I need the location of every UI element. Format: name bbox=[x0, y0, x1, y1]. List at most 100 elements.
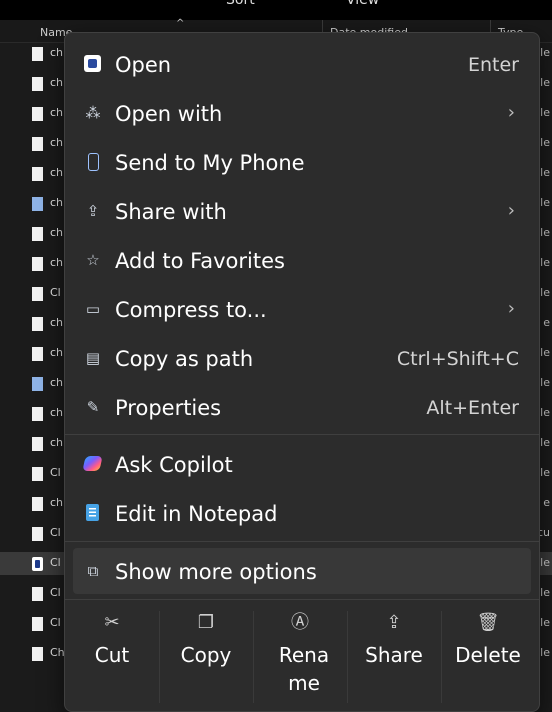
chevron-right-icon: › bbox=[507, 102, 515, 123]
menu-divider bbox=[65, 434, 539, 435]
file-name: ch bbox=[50, 76, 64, 89]
context-menu: Open Enter ⁂ Open with › Send to My Phon… bbox=[64, 32, 540, 712]
menu-item-label: Add to Favorites bbox=[115, 249, 285, 273]
share-icon: ⇪ bbox=[86, 202, 100, 220]
file-name: ch bbox=[50, 46, 64, 59]
file-name: ch bbox=[50, 346, 64, 359]
file-icon bbox=[32, 407, 43, 421]
file-icon bbox=[32, 647, 43, 661]
file-icon bbox=[32, 467, 43, 481]
menu-item-open-with[interactable]: ⁂ Open with › bbox=[73, 90, 531, 136]
rename-button[interactable]: Ⓐ Rena me bbox=[253, 603, 347, 711]
file-name: Cl bbox=[50, 586, 61, 599]
quick-actions-bar: ✂ Cut ❐ Copy Ⓐ Rena me ⇪ Share 🗑 Delete bbox=[65, 603, 539, 711]
phone-icon bbox=[88, 153, 99, 171]
path-icon: ▤ bbox=[85, 349, 101, 367]
file-type: e bbox=[543, 496, 550, 509]
archive-icon: ▭ bbox=[85, 300, 101, 318]
open-with-icon: ⁂ bbox=[85, 104, 101, 122]
menu-item-label: Show more options bbox=[115, 560, 317, 584]
star-icon: ☆ bbox=[86, 251, 100, 269]
file-type: e bbox=[543, 316, 550, 329]
file-icon bbox=[32, 587, 43, 601]
rename-icon: Ⓐ bbox=[291, 612, 309, 633]
file-name: Cl bbox=[50, 616, 61, 629]
file-name: ch bbox=[50, 496, 64, 509]
menu-item-open[interactable]: Open Enter bbox=[73, 41, 531, 87]
copy-label: Copy bbox=[180, 643, 232, 667]
sort-button[interactable]: Sort bbox=[226, 0, 255, 8]
menu-item-edit-in-notepad[interactable]: Edit in Notepad bbox=[73, 490, 531, 536]
view-button[interactable]: View bbox=[346, 0, 379, 8]
file-name: Cl bbox=[50, 556, 61, 569]
file-type: le bbox=[540, 166, 550, 179]
delete-button[interactable]: 🗑 Delete bbox=[441, 603, 535, 711]
copilot-icon bbox=[82, 456, 103, 471]
copy-icon: ❐ bbox=[197, 612, 215, 633]
file-icon bbox=[32, 167, 43, 181]
menu-item-compress-to[interactable]: ▭ Compress to... › bbox=[73, 286, 531, 332]
file-type: le bbox=[540, 376, 550, 389]
file-icon bbox=[32, 287, 43, 301]
shortcut-text: Enter bbox=[468, 54, 519, 76]
chevron-right-icon: › bbox=[507, 200, 515, 221]
rename-label: Rena me bbox=[278, 643, 330, 695]
menu-item-ask-copilot[interactable]: Ask Copilot bbox=[73, 441, 531, 487]
file-type: le bbox=[540, 346, 550, 359]
file-name: ch bbox=[50, 136, 64, 149]
file-icon bbox=[32, 227, 43, 241]
file-icon bbox=[32, 77, 43, 91]
wrench-icon: ✎ bbox=[86, 398, 100, 416]
menu-item-add-to-favorites[interactable]: ☆ Add to Favorites bbox=[73, 237, 531, 283]
file-icon bbox=[32, 617, 43, 631]
file-name: ch bbox=[50, 436, 64, 449]
menu-item-label: Edit in Notepad bbox=[115, 502, 278, 526]
shortcut-text: Ctrl+Shift+C bbox=[396, 348, 519, 370]
file-name: Cl bbox=[50, 466, 61, 479]
sort-ascending-icon: ^ bbox=[176, 18, 185, 29]
file-icon bbox=[32, 137, 43, 151]
file-name: ch bbox=[50, 166, 64, 179]
menu-item-label: Send to My Phone bbox=[115, 151, 305, 175]
more-options-icon: ⧉ bbox=[87, 562, 99, 580]
menu-item-copy-as-path[interactable]: ▤ Copy as path Ctrl+Shift+C bbox=[73, 335, 531, 381]
delete-label: Delete bbox=[455, 643, 521, 667]
chevron-right-icon: › bbox=[507, 298, 515, 319]
trash-icon: 🗑 bbox=[476, 612, 500, 633]
menu-item-label: Open with bbox=[115, 102, 223, 126]
menu-item-label: Copy as path bbox=[115, 347, 254, 371]
copy-button[interactable]: ❐ Copy bbox=[159, 603, 253, 711]
file-name: ch bbox=[50, 106, 64, 119]
menu-item-properties[interactable]: ✎ Properties Alt+Enter bbox=[73, 384, 531, 430]
file-type: le bbox=[540, 196, 550, 209]
file-name: ch bbox=[50, 406, 64, 419]
file-name: ch bbox=[50, 256, 64, 269]
file-name: ch bbox=[50, 376, 64, 389]
cut-button[interactable]: ✂ Cut bbox=[65, 603, 159, 711]
notepad-icon bbox=[86, 504, 99, 521]
command-bar: Sort View bbox=[0, 0, 552, 20]
menu-divider bbox=[65, 599, 539, 600]
file-name: ch bbox=[50, 226, 64, 239]
file-type: le bbox=[540, 136, 550, 149]
notepad-file-icon bbox=[32, 197, 43, 211]
file-icon bbox=[32, 347, 43, 361]
menu-item-share-with[interactable]: ⇪ Share with › bbox=[73, 188, 531, 234]
file-name: ch bbox=[50, 196, 64, 209]
share-label: Share bbox=[365, 643, 423, 667]
document-file-icon bbox=[32, 527, 43, 541]
file-name: Cl bbox=[50, 526, 61, 539]
file-name: ch bbox=[50, 316, 64, 329]
file-name: Cl bbox=[50, 286, 61, 299]
file-icon bbox=[32, 107, 43, 121]
file-icon bbox=[32, 437, 43, 451]
file-icon bbox=[32, 47, 43, 61]
menu-item-show-more-options[interactable]: ⧉ Show more options bbox=[73, 548, 531, 594]
menu-item-send-to-phone[interactable]: Send to My Phone bbox=[73, 139, 531, 185]
cut-label: Cut bbox=[94, 643, 130, 667]
notepad-file-icon bbox=[32, 377, 43, 391]
file-icon bbox=[32, 257, 43, 271]
shortcut-text: Alt+Enter bbox=[426, 397, 519, 419]
share-button[interactable]: ⇪ Share bbox=[347, 603, 441, 711]
menu-item-label: Ask Copilot bbox=[115, 453, 233, 477]
